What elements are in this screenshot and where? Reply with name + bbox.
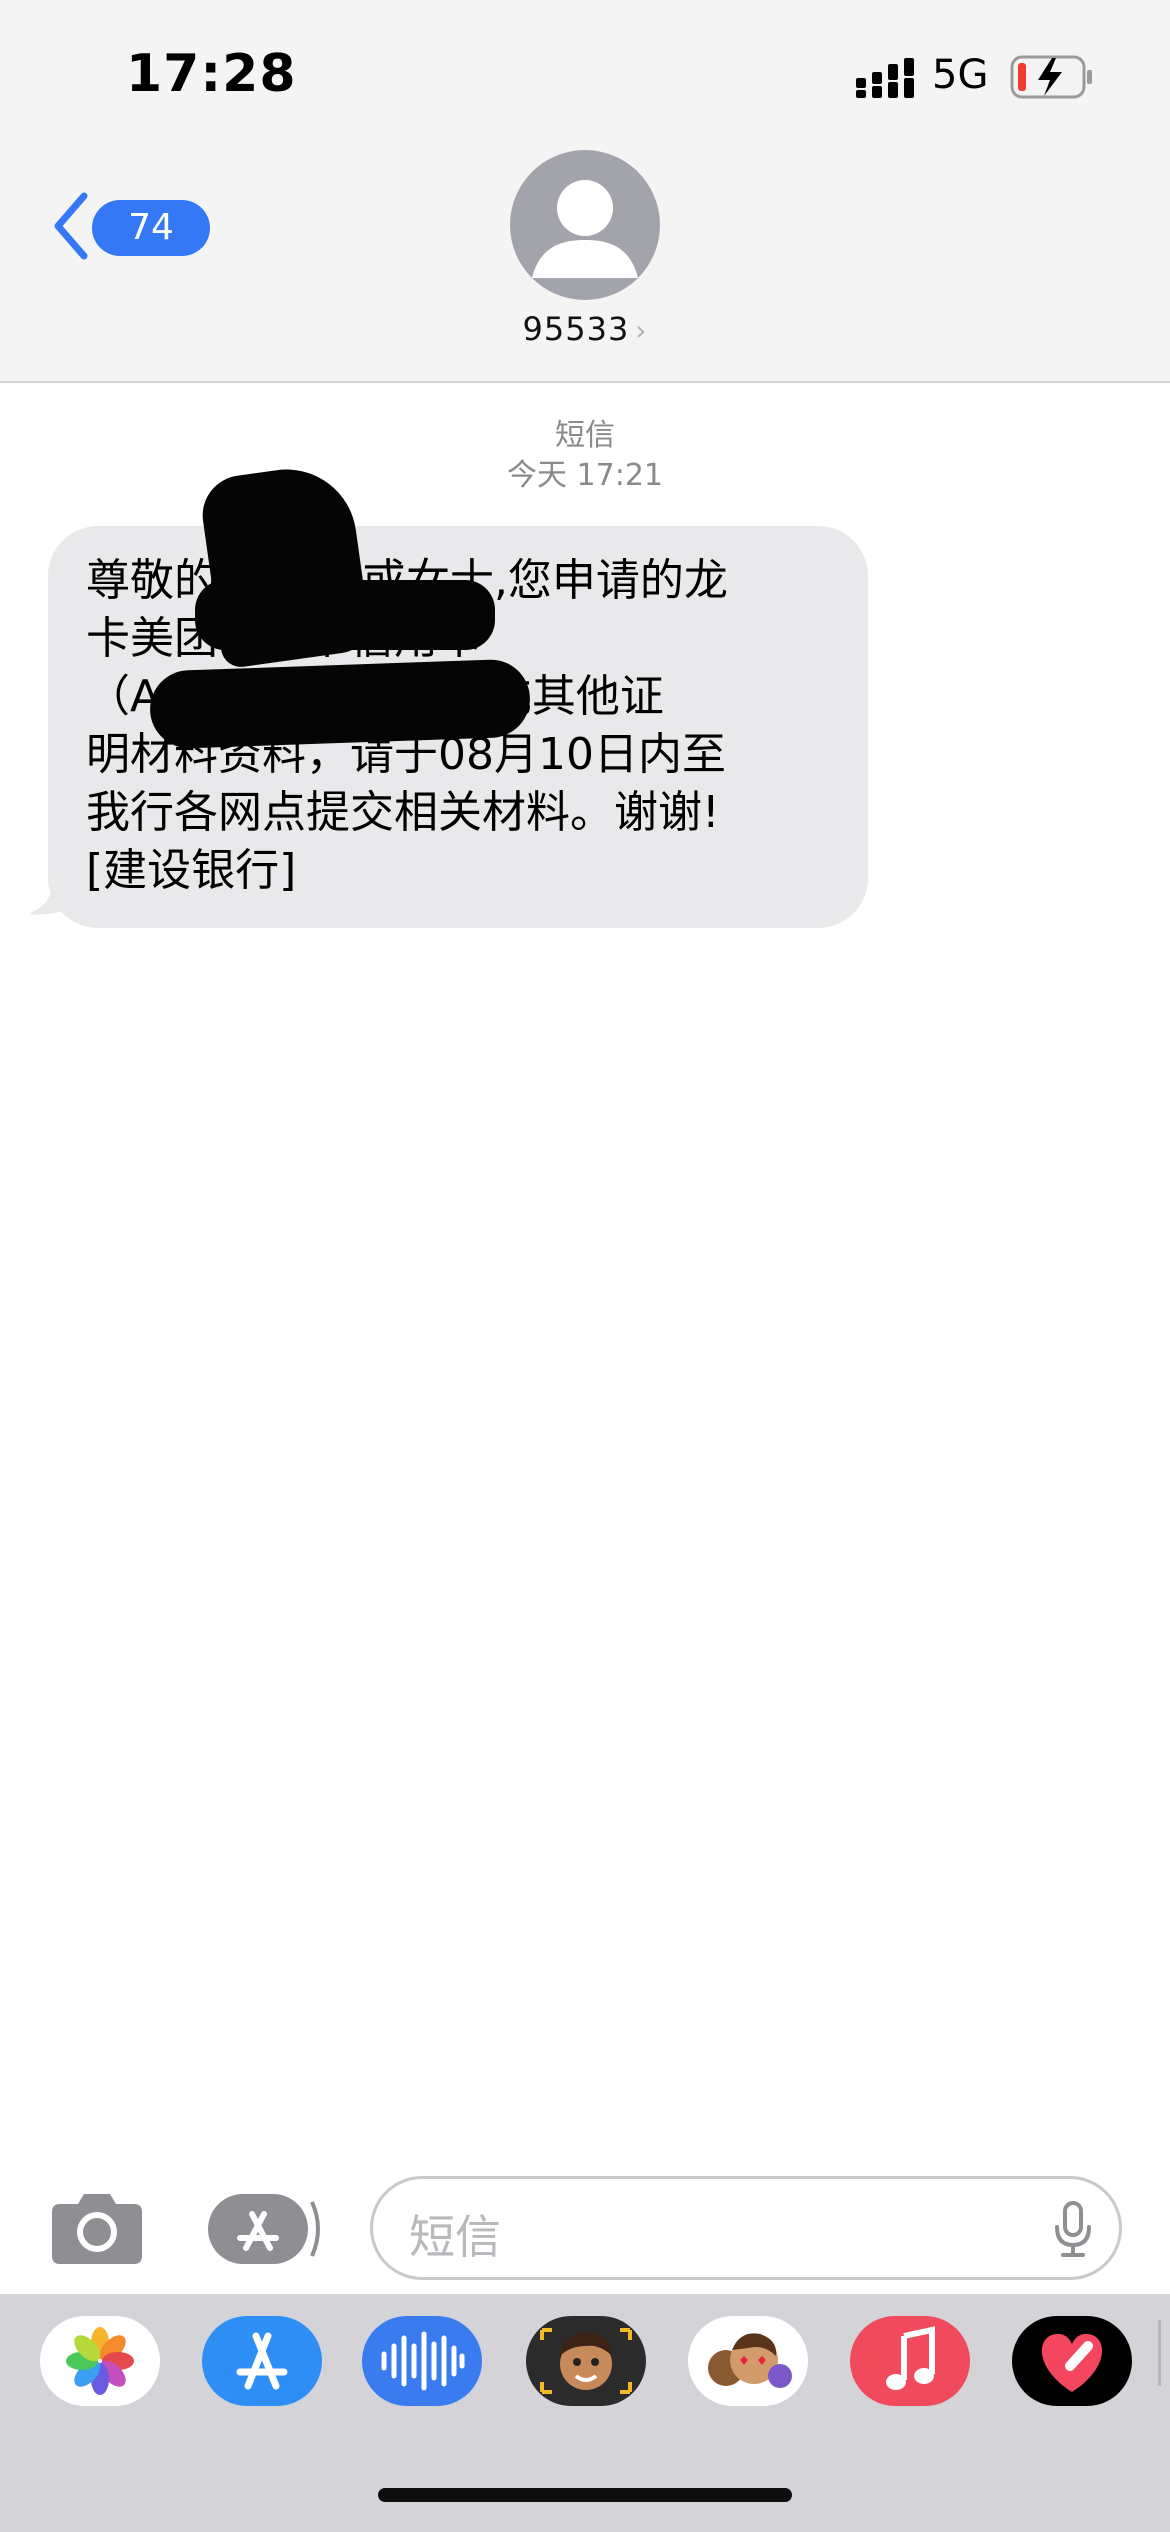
service-label: 短信 xyxy=(555,418,615,453)
music-icon[interactable] xyxy=(850,2316,970,2406)
chevron-right-icon: › xyxy=(635,314,648,347)
message-input[interactable]: 短信 xyxy=(370,2176,1122,2280)
contact-avatar[interactable] xyxy=(510,150,660,300)
app-store-icon[interactable] xyxy=(206,2192,322,2266)
network-type: 5G xyxy=(932,52,989,98)
memoji-stickers-icon[interactable] xyxy=(688,2316,808,2406)
thread-meta: 短信 今天 17:21 xyxy=(385,416,785,496)
digital-touch-icon[interactable] xyxy=(1012,2316,1132,2406)
redaction-scribble xyxy=(148,658,532,750)
photos-app-icon[interactable] xyxy=(40,2316,160,2406)
camera-icon[interactable] xyxy=(50,2186,144,2266)
message-timestamp: 今天 17:21 xyxy=(507,458,663,493)
memoji-icon[interactable] xyxy=(526,2316,646,2406)
person-icon xyxy=(532,180,638,278)
app-store-app-icon[interactable] xyxy=(202,2316,322,2406)
chevron-left-icon xyxy=(54,192,88,260)
message-input-placeholder: 短信 xyxy=(409,2210,501,2264)
redaction-scribble xyxy=(195,580,495,650)
microphone-icon[interactable] xyxy=(1053,2199,1093,2259)
home-indicator[interactable] xyxy=(378,2488,792,2502)
battery-charging-icon xyxy=(1010,55,1092,99)
contact-name: 95533 xyxy=(522,310,630,348)
status-time: 17:28 xyxy=(126,44,297,104)
back-button[interactable]: 74 xyxy=(44,186,210,266)
audio-message-icon[interactable] xyxy=(362,2316,482,2406)
unread-count-badge: 74 xyxy=(92,200,210,256)
top-bar: 17:28 5G 74 95533 › xyxy=(0,0,1170,383)
cellular-signal-icon xyxy=(856,58,914,98)
contact-name-button[interactable]: 95533 › xyxy=(460,310,710,348)
drawer-scroll-edge xyxy=(1158,2320,1161,2386)
